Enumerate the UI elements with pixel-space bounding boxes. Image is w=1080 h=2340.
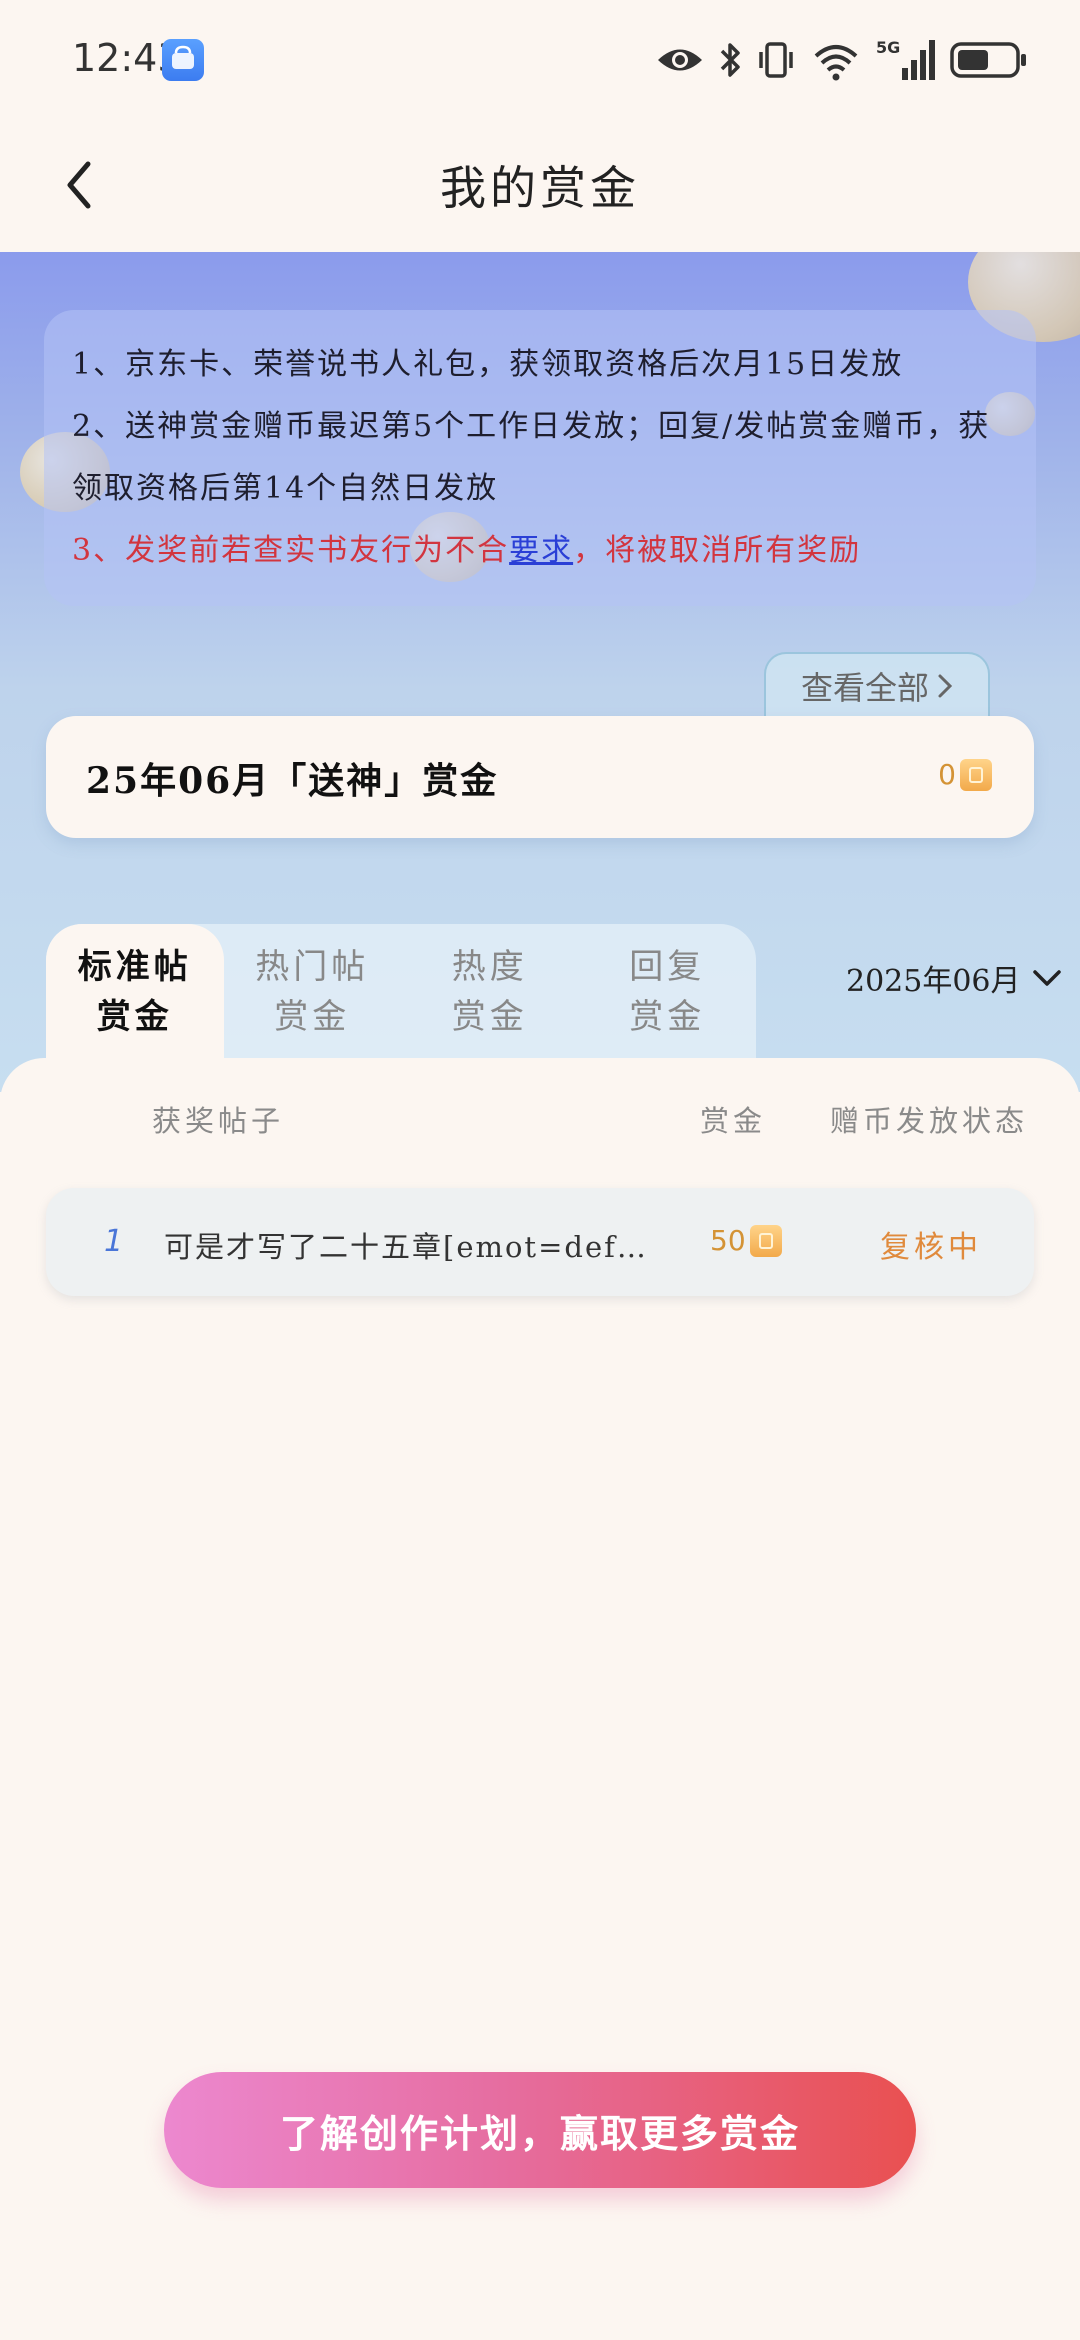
tab-label-line2: 赏金	[96, 997, 173, 1037]
battery-icon	[950, 40, 1028, 80]
tab-label-line2: 赏金	[629, 997, 706, 1037]
wifi-icon	[810, 38, 862, 82]
signal-5g-icon: 5G	[876, 38, 936, 82]
rule-3-text: 3、发奖前若查实书友行为不合	[72, 533, 510, 568]
bounty-type-tabs: 标准帖赏金 热门帖赏金 热度赏金 回复赏金	[46, 924, 756, 1060]
month-selector-value: 2025年06月	[846, 964, 1021, 999]
view-all-label: 查看全部	[800, 669, 929, 707]
monthly-bounty-card[interactable]: 25年06月「送神」赏金 0	[46, 716, 1034, 838]
row-post-title: 可是才写了二十五章[emot=def…	[164, 1230, 648, 1264]
requirements-link[interactable]: 要求	[509, 533, 573, 568]
bounty-card-amount: 0	[938, 758, 992, 791]
chevron-down-icon	[1032, 970, 1061, 986]
tab-label-line1: 热度	[451, 947, 528, 987]
rule-2: 2、送神赏金赠币最迟第5个工作日发放；回复/发帖赏金赠币，获领取资格后第14个自…	[72, 409, 991, 506]
status-icons: 5G	[656, 36, 1028, 84]
tab-hot-post[interactable]: 热门帖 赏金	[224, 924, 402, 1060]
tab-standard-post[interactable]: 标准帖 赏金	[46, 924, 224, 1060]
page-title: 我的赏金	[440, 161, 640, 215]
column-header-amount: 赏金	[700, 1104, 767, 1138]
column-header-post: 获奖帖子	[152, 1104, 285, 1138]
row-status: 复核中	[880, 1230, 982, 1265]
tab-label-line1: 热门帖	[255, 947, 370, 987]
vibrate-icon	[756, 40, 796, 80]
tab-popularity[interactable]: 热度 赏金	[401, 924, 579, 1060]
column-header-status: 赠币发放状态	[830, 1104, 1029, 1138]
row-amount-value: 50	[710, 1224, 746, 1257]
coin-icon	[960, 758, 992, 791]
row-amount: 50	[710, 1224, 782, 1257]
tab-label-line1: 回复	[629, 947, 706, 987]
view-all-button[interactable]: 查看全部	[764, 652, 990, 718]
svg-text:5G: 5G	[876, 38, 900, 57]
rule-3: 3、发奖前若查实书友行为不合要求，将被取消所有奖励	[72, 520, 1008, 582]
table-row[interactable]: 1 可是才写了二十五章[emot=def… 50 复核中	[46, 1188, 1034, 1296]
month-selector[interactable]: 2025年06月	[846, 956, 1061, 1000]
bounty-amount-value: 0	[938, 758, 956, 791]
bluetooth-icon	[718, 40, 742, 80]
tab-reply[interactable]: 回复 赏金	[579, 924, 757, 1060]
chevron-right-icon	[938, 674, 953, 698]
bounty-card-title: 25年06月「送神」赏金	[86, 760, 499, 802]
rule-1: 1、京东卡、荣誉说书人礼包，获领取资格后次月15日发放	[72, 347, 904, 382]
coin-icon	[749, 1224, 782, 1257]
tab-label-line2: 赏金	[451, 997, 528, 1037]
app-notification-icon	[162, 39, 204, 81]
tab-label-line1: 标准帖	[77, 947, 192, 987]
app-header: 我的赏金	[0, 120, 1080, 252]
rule-3-suffix: ，将被取消所有奖励	[573, 533, 862, 568]
rules-card: 1、京东卡、荣誉说书人礼包，获领取资格后次月15日发放 2、送神赏金赠币最迟第5…	[44, 310, 1036, 606]
eye-icon	[656, 45, 704, 75]
tab-label-line2: 赏金	[274, 997, 351, 1037]
creation-plan-button[interactable]: 了解创作计划，赢取更多赏金	[164, 2072, 916, 2188]
status-bar: 12:43 5G	[0, 0, 1080, 120]
row-index: 1	[104, 1224, 124, 1259]
